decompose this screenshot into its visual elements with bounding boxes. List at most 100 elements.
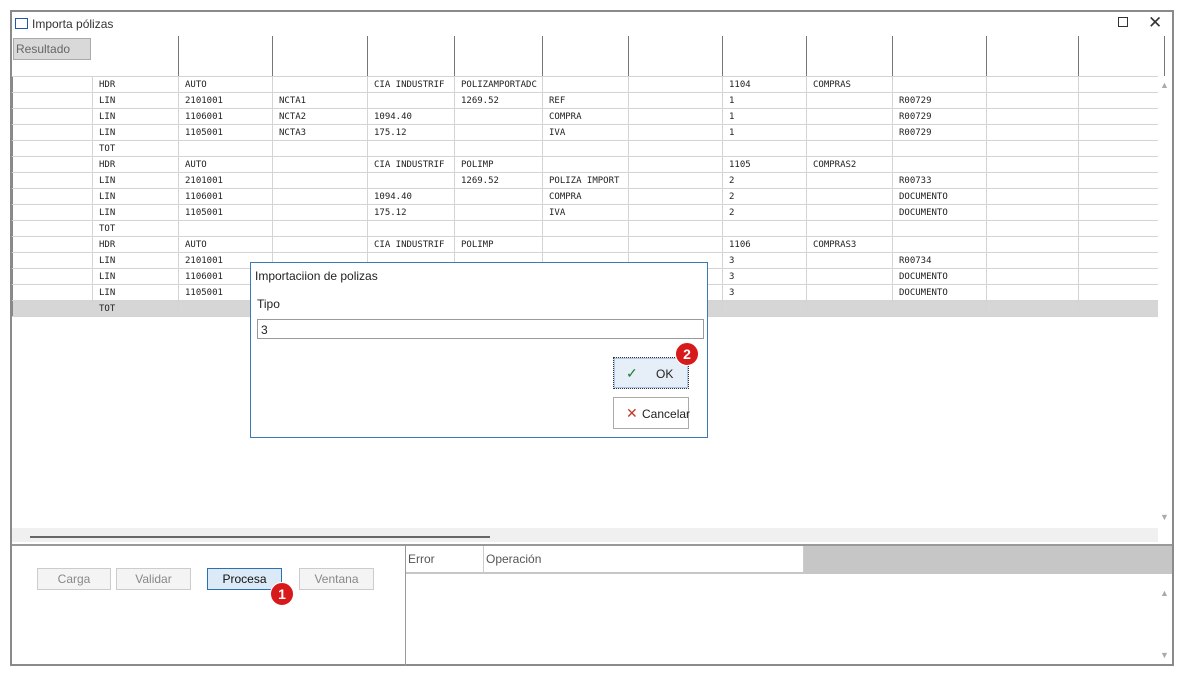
table-cell[interactable]	[628, 204, 723, 221]
table-cell[interactable]	[542, 140, 629, 157]
table-cell[interactable]: COMPRA	[542, 108, 629, 125]
table-cell[interactable]	[628, 76, 723, 93]
table-cell[interactable]	[986, 76, 1079, 93]
error-column-header[interactable]: Error	[406, 546, 484, 572]
table-cell[interactable]	[1078, 108, 1159, 125]
table-cell[interactable]: IVA	[542, 204, 629, 221]
table-cell[interactable]: COMPRAS2	[806, 156, 893, 173]
table-cell[interactable]: POLIZA IMPORT	[542, 172, 629, 189]
table-cell[interactable]	[628, 92, 723, 109]
table-cell[interactable]	[367, 92, 455, 109]
table-cell[interactable]	[806, 140, 893, 157]
table-cell[interactable]: POLIZAMPORTADC	[454, 76, 543, 93]
table-cell[interactable]: POLIMP	[454, 156, 543, 173]
table-cell[interactable]	[1078, 268, 1159, 285]
table-row[interactable]: TOT	[12, 220, 1159, 237]
table-cell[interactable]	[806, 268, 893, 285]
table-cell[interactable]: AUTO	[178, 76, 273, 93]
table-cell[interactable]: LIN	[92, 124, 179, 141]
table-row[interactable]: HDR AUTO CIA INDUSTRIF POLIMP 1106 COMPRAS3	[12, 236, 1159, 253]
table-cell[interactable]: 1105001	[178, 124, 273, 141]
table-cell[interactable]	[12, 236, 93, 253]
table-cell[interactable]	[12, 188, 93, 205]
table-row[interactable]: LIN 1106001 NCTA2 1094.40 COMPRA 1 R00729	[12, 108, 1159, 125]
table-cell[interactable]	[12, 76, 93, 93]
table-cell[interactable]	[986, 108, 1079, 125]
table-cell[interactable]: 1094.40	[367, 188, 455, 205]
table-cell[interactable]: 1	[722, 124, 807, 141]
table-row[interactable]: HDR AUTO CIA INDUSTRIF POLIMP 1105 COMPRAS2	[12, 156, 1159, 173]
table-row[interactable]: LIN 2101001 NCTA1 1269.52 REF 1 R00729	[12, 92, 1159, 109]
table-cell[interactable]	[542, 156, 629, 173]
table-cell[interactable]	[628, 156, 723, 173]
table-row[interactable]: LIN 1105001 NCTA3 175.12 IVA 1 R00729	[12, 124, 1159, 141]
table-cell[interactable]	[272, 204, 368, 221]
table-cell[interactable]: LIN	[92, 252, 179, 269]
table-cell[interactable]	[1078, 124, 1159, 141]
table-cell[interactable]	[806, 188, 893, 205]
table-cell[interactable]	[12, 124, 93, 141]
table-row[interactable]: LIN 1105001 175.12 IVA 2 DOCUMENTO	[12, 204, 1159, 221]
table-cell[interactable]: 3	[722, 252, 807, 269]
table-cell[interactable]	[1078, 76, 1159, 93]
table-cell[interactable]: CIA INDUSTRIF	[367, 236, 455, 253]
table-row[interactable]: HDR AUTO CIA INDUSTRIF POLIZAMPORTADC 1104 CO…	[12, 76, 1159, 93]
table-cell[interactable]	[454, 140, 543, 157]
table-cell[interactable]: IVA	[542, 124, 629, 141]
table-cell[interactable]: 1106001	[178, 108, 273, 125]
table-cell[interactable]	[986, 92, 1079, 109]
table-cell[interactable]: LIN	[92, 92, 179, 109]
tipo-input[interactable]: 3	[257, 319, 704, 339]
table-cell[interactable]: DOCUMENTO	[892, 204, 987, 221]
grid-horizontal-scrollbar[interactable]	[12, 528, 1158, 542]
scroll-down-icon[interactable]: ▼	[1160, 512, 1169, 522]
table-cell[interactable]	[628, 188, 723, 205]
table-cell[interactable]: DOCUMENTO	[892, 188, 987, 205]
table-cell[interactable]	[806, 172, 893, 189]
ventana-button[interactable]: Ventana	[299, 568, 374, 590]
table-cell[interactable]	[12, 140, 93, 157]
scroll-up-icon[interactable]: ▲	[1160, 588, 1169, 598]
errors-vertical-scrollbar[interactable]: ▲ ▼	[1158, 574, 1172, 664]
maximize-button[interactable]	[1118, 17, 1128, 27]
table-cell[interactable]	[542, 76, 629, 93]
table-cell[interactable]	[1078, 92, 1159, 109]
table-cell[interactable]: LIN	[92, 284, 179, 301]
table-cell[interactable]: CIA INDUSTRIF	[367, 156, 455, 173]
table-cell[interactable]: 2	[722, 172, 807, 189]
table-cell[interactable]: R00734	[892, 252, 987, 269]
table-cell[interactable]	[272, 172, 368, 189]
table-cell[interactable]	[12, 284, 93, 301]
table-cell[interactable]: LIN	[92, 188, 179, 205]
table-cell[interactable]	[1078, 284, 1159, 301]
table-cell[interactable]: 3	[722, 284, 807, 301]
table-cell[interactable]	[628, 236, 723, 253]
table-cell[interactable]: 1105001	[178, 204, 273, 221]
table-cell[interactable]	[542, 236, 629, 253]
table-cell[interactable]: R00733	[892, 172, 987, 189]
table-cell[interactable]	[986, 140, 1079, 157]
table-cell[interactable]	[454, 220, 543, 237]
table-cell[interactable]	[628, 140, 723, 157]
table-cell[interactable]: 1104	[722, 76, 807, 93]
table-cell[interactable]	[12, 252, 93, 269]
table-cell[interactable]: HDR	[92, 236, 179, 253]
table-cell[interactable]: COMPRAS3	[806, 236, 893, 253]
table-cell[interactable]	[12, 268, 93, 285]
table-cell[interactable]: 3	[722, 268, 807, 285]
table-cell[interactable]	[272, 156, 368, 173]
table-cell[interactable]	[892, 300, 987, 317]
cancel-button[interactable]: ✕ Cancelar	[613, 397, 690, 429]
table-cell[interactable]	[1078, 252, 1159, 269]
table-cell[interactable]	[986, 268, 1079, 285]
table-cell[interactable]: 175.12	[367, 204, 455, 221]
table-cell[interactable]	[1078, 220, 1159, 237]
table-cell[interactable]: TOT	[92, 220, 179, 237]
table-cell[interactable]	[986, 252, 1079, 269]
table-cell[interactable]	[12, 156, 93, 173]
table-cell[interactable]	[454, 124, 543, 141]
table-cell[interactable]	[986, 172, 1079, 189]
resultado-header[interactable]: Resultado	[13, 38, 91, 60]
table-cell[interactable]: REF	[542, 92, 629, 109]
table-cell[interactable]	[1078, 140, 1159, 157]
